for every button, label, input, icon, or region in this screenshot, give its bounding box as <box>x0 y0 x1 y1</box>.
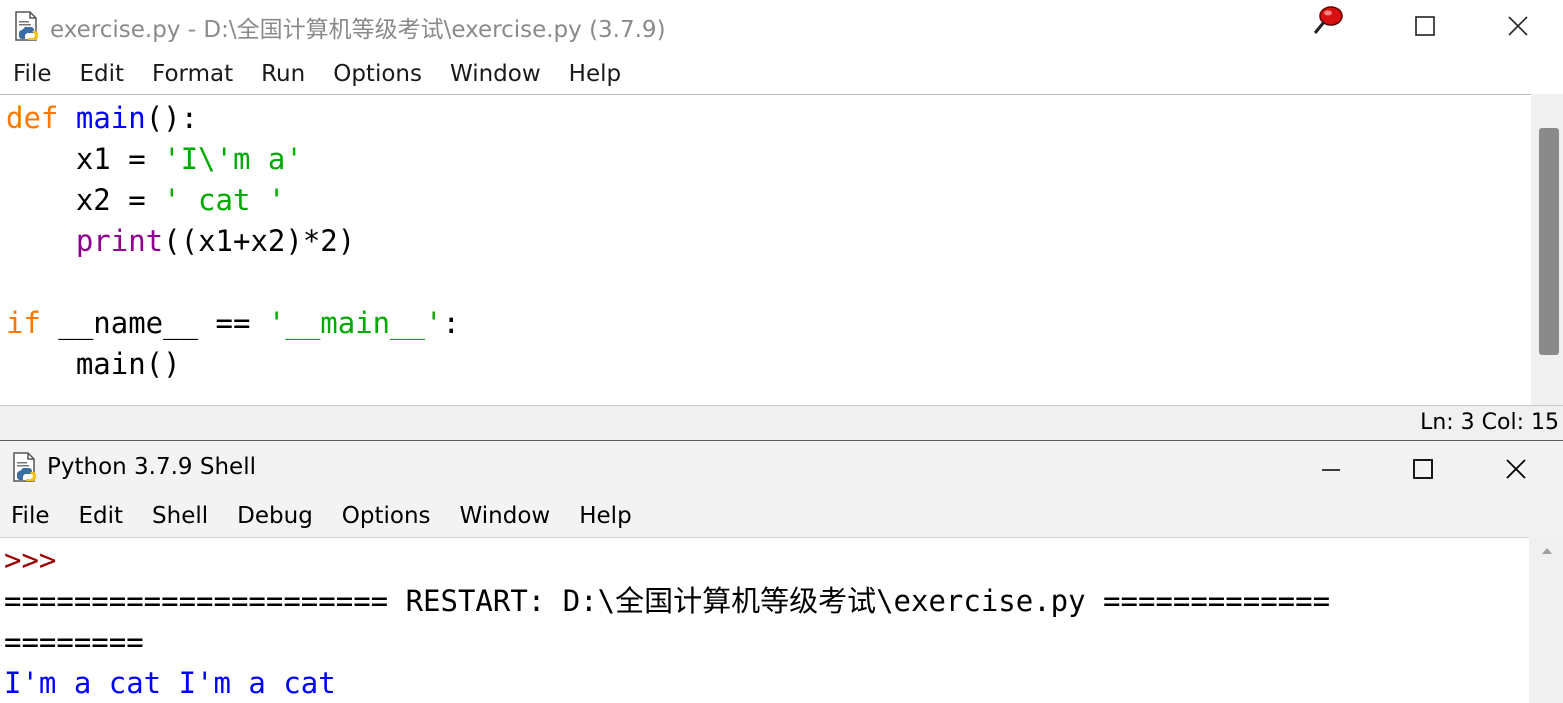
menu-options[interactable]: Options <box>333 61 450 87</box>
menu-window[interactable]: Window <box>460 503 580 529</box>
shell-window: Python 3.7.9 Shell File Edit Shell Debug… <box>0 440 1563 703</box>
menu-debug[interactable]: Debug <box>237 503 342 529</box>
menu-edit[interactable]: Edit <box>79 503 153 529</box>
menu-options[interactable]: Options <box>342 503 460 529</box>
python-file-icon <box>10 451 40 483</box>
menu-file[interactable]: File <box>0 61 80 87</box>
code-line: def main(): <box>6 101 199 135</box>
maximize-icon <box>1415 16 1435 36</box>
close-icon <box>1506 459 1526 479</box>
shell-scrollbar[interactable] <box>1529 537 1563 703</box>
minimize-button[interactable] <box>1311 449 1351 489</box>
restart-banner-continued: ======== <box>4 625 144 659</box>
restart-banner: ====================== RESTART: D:\全国计算机… <box>4 584 1331 618</box>
red-pin-icon[interactable] <box>1312 4 1346 36</box>
editor-statusbar: Ln: 3 Col: 15 <box>0 405 1563 440</box>
menu-help[interactable]: Help <box>569 61 649 87</box>
shell-prompt: >>> <box>4 543 57 577</box>
shell-menubar: File Edit Shell Debug Options Window Hel… <box>0 497 661 535</box>
menu-edit[interactable]: Edit <box>80 61 153 87</box>
menu-run[interactable]: Run <box>261 61 333 87</box>
minimize-icon <box>1322 469 1340 471</box>
close-icon <box>1508 16 1528 36</box>
python-file-icon <box>12 10 42 42</box>
code-line: x2 = ' cat ' <box>6 183 286 217</box>
code-line: if __name__ == '__main__': <box>6 306 460 340</box>
maximize-button[interactable] <box>1405 8 1445 44</box>
menu-format[interactable]: Format <box>152 61 261 87</box>
shell-window-title: Python 3.7.9 Shell <box>47 454 256 480</box>
code-editor[interactable]: def main(): x1 = 'I\'m a' x2 = ' cat ' p… <box>0 94 1531 405</box>
code-line: main() <box>6 347 181 381</box>
scroll-up-arrow-icon[interactable] <box>1540 546 1554 556</box>
menu-help[interactable]: Help <box>579 503 660 529</box>
editor-scrollbar-thumb[interactable] <box>1539 128 1559 355</box>
maximize-icon <box>1413 459 1433 479</box>
shell-output-area[interactable]: >>> ====================== RESTART: D:\全… <box>0 537 1529 703</box>
shell-titlebar[interactable]: Python 3.7.9 Shell <box>0 441 1563 495</box>
editor-menubar: File Edit Format Run Options Window Help <box>0 54 649 94</box>
maximize-button[interactable] <box>1403 449 1443 489</box>
close-button[interactable] <box>1498 8 1538 44</box>
code-line: print((x1+x2)*2) <box>75 224 356 258</box>
close-button[interactable] <box>1496 449 1536 489</box>
editor-titlebar[interactable]: exercise.py - D:\全国计算机等级考试\exercise.py (… <box>0 0 1563 52</box>
menu-file[interactable]: File <box>0 503 79 529</box>
editor-window: exercise.py - D:\全国计算机等级考试\exercise.py (… <box>0 0 1563 440</box>
code-line: x1 = 'I\'m a' <box>6 142 303 176</box>
cursor-position: Ln: 3 Col: 15 <box>1420 410 1559 435</box>
menu-shell[interactable]: Shell <box>152 503 237 529</box>
window-title: exercise.py - D:\全国计算机等级考试\exercise.py (… <box>50 17 666 43</box>
menu-window[interactable]: Window <box>450 61 569 87</box>
program-output: I'm a cat I'm a cat <box>4 666 336 700</box>
